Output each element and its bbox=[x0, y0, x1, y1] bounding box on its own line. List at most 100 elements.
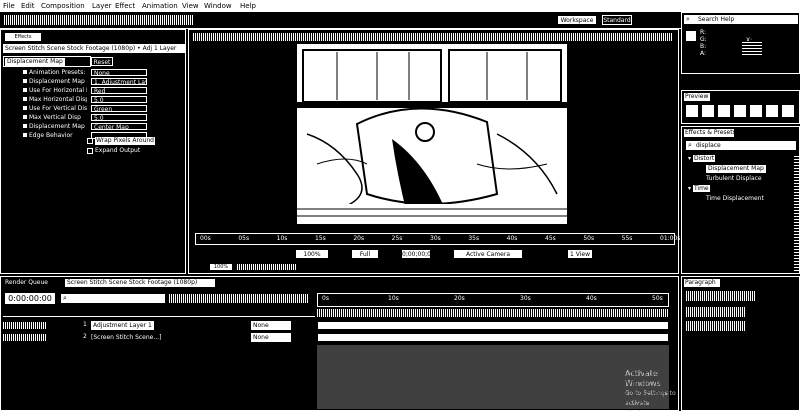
effect-param-row[interactable]: Use For Horizontal D Red bbox=[7, 86, 185, 95]
effect-row[interactable]: Displacement Map bbox=[3, 56, 91, 67]
camera-select[interactable]: Active Camera bbox=[453, 249, 523, 259]
effect-param-value[interactable]: Center Map bbox=[91, 123, 147, 130]
effect-param-value[interactable]: Green bbox=[91, 105, 147, 112]
category-label: Time bbox=[692, 185, 710, 192]
timecode-display[interactable]: 0;00;00;00 bbox=[401, 249, 435, 259]
effect-param-row[interactable]: Displacement Map Layer 1. Adjustment Laye… bbox=[7, 77, 185, 86]
preview-controls bbox=[686, 105, 798, 119]
paragraph-align-buttons[interactable] bbox=[686, 291, 756, 301]
timeline-tick-label: 20s bbox=[454, 295, 465, 302]
paragraph-tab[interactable]: Paragraph bbox=[684, 279, 720, 287]
checkbox-wrap-box[interactable] bbox=[87, 138, 93, 144]
layer-row[interactable]: 2 [Screen Stitch Scene...] None bbox=[3, 333, 315, 342]
layer-switches[interactable] bbox=[3, 322, 47, 329]
viewer-time-ruler[interactable]: 00s 05s 10s 15s 20s 25s 30s 35s 40s 45s 50s 55s 01:0… bbox=[195, 233, 680, 245]
next-frame-icon[interactable] bbox=[734, 105, 746, 117]
magnification-button[interactable]: 100% bbox=[209, 263, 233, 271]
twirl-icon[interactable] bbox=[23, 88, 27, 92]
twirl-icon[interactable] bbox=[23, 97, 27, 101]
preview-tab[interactable]: Preview bbox=[684, 93, 710, 101]
paragraph-indent-row[interactable] bbox=[686, 307, 746, 317]
menu-bar: File Edit Composition Layer Effect Anima… bbox=[0, 0, 800, 12]
effects-search-input[interactable]: displace bbox=[686, 141, 796, 150]
effects-category-time[interactable]: ▾ Time bbox=[688, 185, 710, 192]
layer-parent[interactable]: None bbox=[251, 333, 291, 342]
menu-view[interactable]: View bbox=[182, 0, 199, 12]
effect-param-name: Max Vertical Disp bbox=[29, 114, 81, 121]
first-frame-icon[interactable] bbox=[686, 105, 698, 117]
color-swatch bbox=[686, 31, 696, 41]
work-area-bar[interactable] bbox=[317, 309, 669, 317]
effect-controls-tab[interactable]: Effects bbox=[5, 33, 41, 41]
comp-tab[interactable]: Screen Stitch Scene Stock Footage (1080p… bbox=[65, 279, 215, 287]
audio-icon[interactable] bbox=[766, 105, 778, 117]
layer-switches[interactable] bbox=[3, 334, 47, 341]
layer-name[interactable]: [Screen Stitch Scene...] bbox=[91, 333, 161, 342]
twirl-icon[interactable] bbox=[23, 124, 27, 128]
effect-param-value[interactable]: Red bbox=[91, 87, 147, 94]
last-frame-icon[interactable] bbox=[750, 105, 762, 117]
paragraph-spacing-row[interactable] bbox=[686, 321, 746, 331]
search-help-field[interactable]: Search Help bbox=[684, 15, 798, 24]
menu-help[interactable]: Help bbox=[240, 0, 256, 12]
twirl-icon[interactable] bbox=[23, 115, 27, 119]
effect-param-row[interactable]: Max Vertical Disp 5.0 bbox=[7, 113, 185, 122]
menu-composition[interactable]: Composition bbox=[41, 0, 85, 12]
checkbox-expand-box[interactable] bbox=[87, 148, 93, 154]
info-r: R: bbox=[700, 29, 707, 36]
timeline-ruler[interactable]: 0s 10s 20s 30s 40s 50s bbox=[317, 293, 669, 307]
layer-parent[interactable]: None bbox=[251, 321, 291, 330]
layer-row[interactable]: 1 Adjustment Layer 1 None bbox=[3, 321, 315, 330]
effect-controls-header: Screen Stitch Scene Stock Footage (1080p… bbox=[3, 44, 185, 53]
zoom-select[interactable]: 100% bbox=[295, 249, 329, 259]
effect-param-value[interactable]: 5.0 bbox=[91, 96, 147, 103]
effect-item-turbulent-displace[interactable]: Turbulent Displace bbox=[706, 175, 762, 183]
prev-frame-icon[interactable] bbox=[702, 105, 714, 117]
effect-param-row[interactable]: Max Horizontal Disp 5.0 bbox=[7, 95, 185, 104]
effects-category-distort[interactable]: ▾ Distort bbox=[688, 155, 716, 162]
twirl-icon[interactable] bbox=[23, 106, 27, 110]
twirl-icon[interactable] bbox=[23, 70, 27, 74]
loop-icon[interactable] bbox=[782, 105, 794, 117]
effect-param-row[interactable]: Use For Vertical Disp Green bbox=[7, 104, 185, 113]
menu-layer[interactable]: Layer bbox=[92, 0, 112, 12]
play-icon[interactable] bbox=[718, 105, 730, 117]
tools-bar: Workspace Standard bbox=[0, 12, 800, 29]
effect-controls-panel: Effects Screen Stitch Scene Stock Footag… bbox=[0, 29, 186, 274]
effect-item-time-displacement[interactable]: Time Displacement bbox=[706, 195, 764, 203]
effect-param-row[interactable]: Animation Presets: None bbox=[7, 68, 185, 77]
workspace-label: Workspace bbox=[557, 15, 597, 25]
menu-animation[interactable]: Animation bbox=[142, 0, 178, 12]
menu-window[interactable]: Window bbox=[204, 0, 232, 12]
effect-item-displacement-map[interactable]: Displacement Map bbox=[706, 165, 766, 173]
twirl-icon[interactable] bbox=[23, 79, 27, 83]
effect-param-row[interactable]: Displacement Map B Center Map bbox=[7, 122, 185, 131]
views-select[interactable]: 1 View bbox=[567, 249, 593, 259]
menu-effect[interactable]: Effect bbox=[115, 0, 135, 12]
info-audio-meter bbox=[742, 41, 762, 55]
render-queue-tab[interactable]: Render Queue bbox=[5, 279, 48, 287]
preview-image[interactable] bbox=[297, 44, 567, 224]
layer-name[interactable]: Adjustment Layer 1 bbox=[91, 321, 154, 330]
timeline-timecode[interactable]: 0:00:00:00 bbox=[5, 293, 55, 304]
twirl-icon[interactable] bbox=[23, 133, 27, 137]
layer-bar[interactable] bbox=[317, 333, 669, 342]
timeline-empty-area bbox=[317, 345, 669, 409]
menu-file[interactable]: File bbox=[3, 0, 15, 12]
timeline-search-input[interactable] bbox=[61, 294, 165, 303]
quality-select[interactable]: Full bbox=[351, 249, 379, 259]
reset-button[interactable]: Reset bbox=[91, 57, 113, 66]
ruler-tick-label: 45s bbox=[545, 235, 556, 242]
timeline-switches[interactable] bbox=[169, 294, 309, 303]
menu-edit[interactable]: Edit bbox=[21, 0, 35, 12]
viewer-icons[interactable] bbox=[237, 264, 297, 270]
viewer-tabs[interactable] bbox=[193, 33, 673, 41]
workspace-select[interactable]: Standard bbox=[602, 15, 632, 25]
effect-param-value[interactable]: None bbox=[91, 69, 147, 76]
search-icon: ⌕ bbox=[63, 294, 67, 302]
effect-param-value[interactable]: 5.0 bbox=[91, 114, 147, 121]
layer-bar[interactable] bbox=[317, 321, 669, 330]
effects-presets-tab[interactable]: Effects & Presets bbox=[684, 129, 736, 137]
effects-scrollbar[interactable] bbox=[794, 155, 799, 271]
effect-param-value[interactable]: 1. Adjustment Layer 1 bbox=[91, 78, 147, 85]
